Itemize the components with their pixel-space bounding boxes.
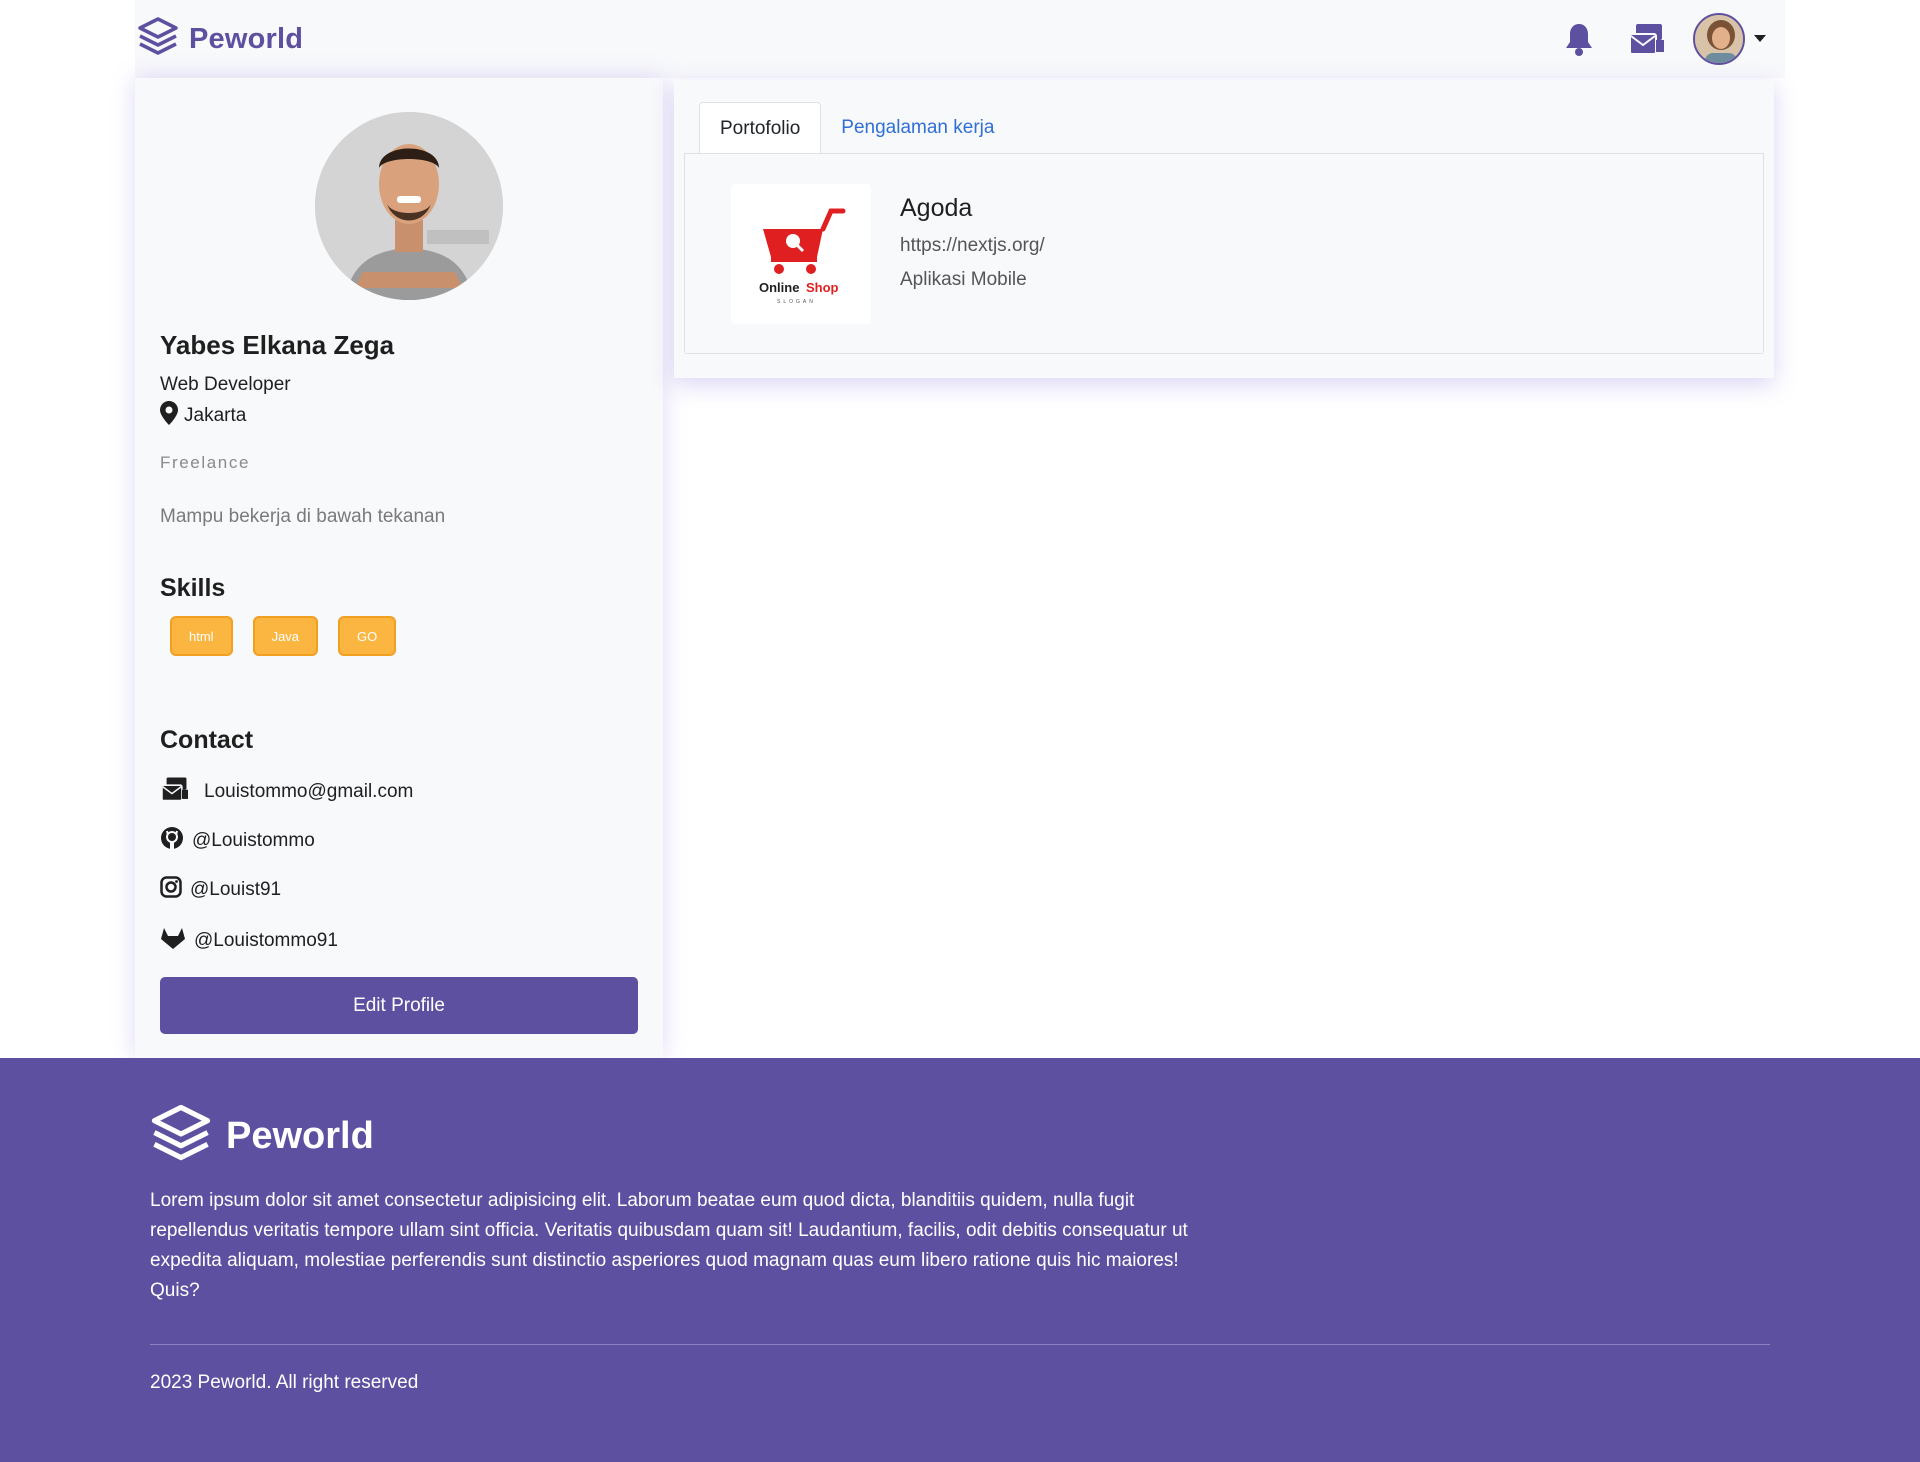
- layers-logo-icon: [150, 1103, 212, 1170]
- skill-badge[interactable]: GO: [338, 616, 397, 656]
- footer-divider: [150, 1344, 1770, 1345]
- contact-heading: Contact: [160, 726, 254, 754]
- tab-panel: Online Shop SLOGAN Agoda https://nextjs.…: [684, 153, 1764, 354]
- portfolio-type: Aplikasi Mobile: [900, 269, 1027, 290]
- logo-text-shop: Shop: [806, 280, 839, 295]
- location-text: Jakarta: [184, 405, 247, 426]
- skills-heading: Skills: [160, 574, 226, 602]
- tab-portfolio[interactable]: Portofolio: [699, 102, 822, 154]
- contact-instagram-text: @Louist91: [190, 879, 282, 900]
- edit-profile-button[interactable]: Edit Profile: [160, 977, 638, 1034]
- skill-badge[interactable]: Java: [252, 616, 319, 656]
- layers-logo-icon: [137, 16, 179, 63]
- contact-github-text: @Louistommo: [192, 830, 315, 851]
- user-avatar[interactable]: [1693, 13, 1745, 65]
- footer-copyright: 2023 Peworld. All right reserved: [150, 1372, 419, 1393]
- tab-experience[interactable]: Pengalaman kerja: [821, 102, 1014, 154]
- github-icon: [160, 826, 184, 856]
- footer: Peworld Lorem ipsum dolor sit amet conse…: [0, 1058, 1920, 1462]
- contact-github[interactable]: @Louistommo: [160, 826, 315, 856]
- footer-description: Lorem ipsum dolor sit amet consectetur a…: [150, 1190, 1188, 1301]
- portfolio-image[interactable]: Online Shop SLOGAN: [731, 184, 871, 324]
- brand-name: Peworld: [189, 22, 304, 55]
- portfolio-url[interactable]: https://nextjs.org/: [900, 235, 1045, 257]
- logo-text-online: Online: [759, 280, 799, 295]
- contact-gitlab-text: @Louistommo91: [194, 930, 338, 951]
- profile-description: Mampu bekerja di bawah tekanan: [160, 506, 446, 527]
- mail-icon: [160, 776, 190, 808]
- profile-job: Web Developer: [160, 374, 291, 395]
- profile-location: Jakarta: [160, 401, 246, 431]
- contact-email[interactable]: Louistommo@gmail.com: [160, 776, 413, 808]
- contact-instagram[interactable]: @Louist91: [160, 876, 281, 904]
- skills-list: html Java GO: [170, 616, 397, 656]
- profile-photo: [315, 112, 503, 300]
- profile-card: Yabes Elkana Zega Web Developer Jakarta …: [135, 78, 663, 1058]
- tab-bar: Portofolio Pengalaman kerja: [699, 102, 1014, 154]
- portfolio-title: Agoda: [900, 194, 973, 222]
- footer-brand-name: Peworld: [226, 1115, 374, 1157]
- contact-email-text: Louistommo@gmail.com: [204, 781, 414, 802]
- instagram-icon: [160, 876, 182, 904]
- mail-icon[interactable]: [1627, 19, 1667, 59]
- gitlab-icon: [160, 926, 186, 956]
- profile-name: Yabes Elkana Zega: [160, 330, 395, 360]
- location-pin-icon: [160, 401, 178, 431]
- caret-down-icon[interactable]: [1745, 19, 1775, 59]
- bell-icon[interactable]: [1559, 19, 1599, 59]
- navbar-actions: [1559, 13, 1775, 65]
- logo-slogan: SLOGAN: [777, 299, 816, 305]
- contact-gitlab[interactable]: @Louistommo91: [160, 926, 338, 956]
- footer-brand[interactable]: Peworld: [150, 1103, 374, 1170]
- navbar: Peworld: [135, 0, 1785, 78]
- portfolio-card: Portofolio Pengalaman kerja Online Shop …: [674, 80, 1774, 378]
- skill-badge[interactable]: html: [170, 616, 233, 656]
- employment-type: Freelance: [160, 453, 250, 472]
- brand-logo[interactable]: Peworld: [137, 16, 303, 63]
